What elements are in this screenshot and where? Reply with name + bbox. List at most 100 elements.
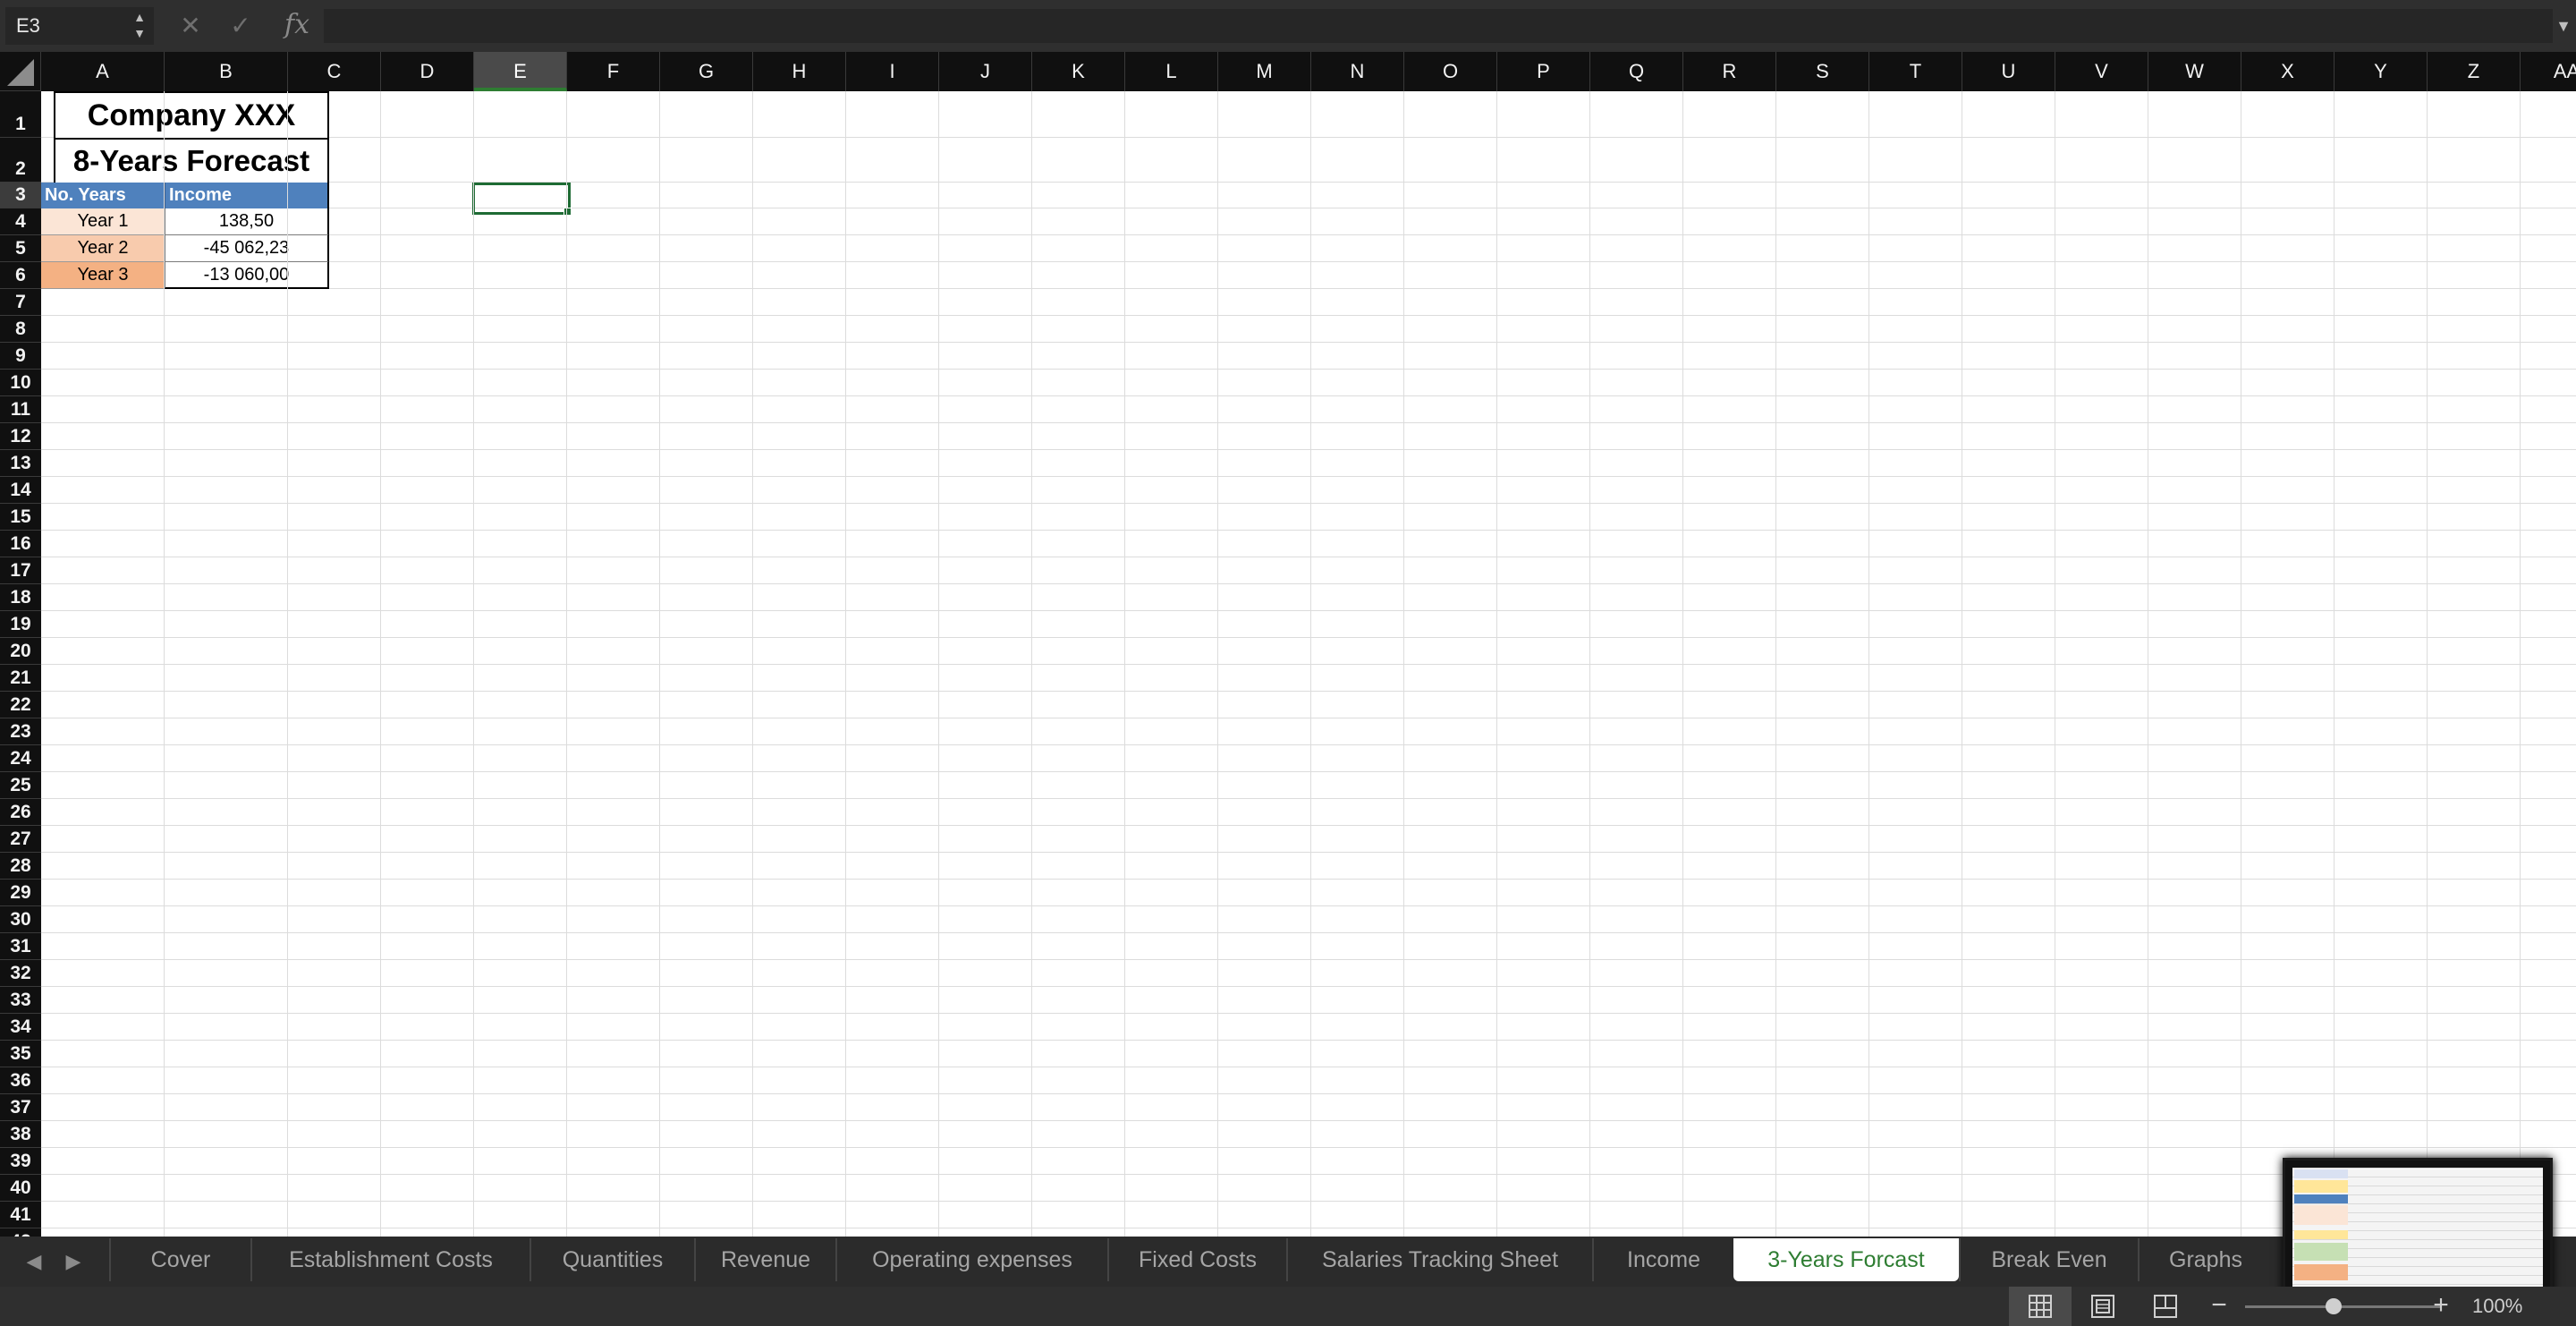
column-header-k[interactable]: K [1032, 52, 1125, 91]
sheet-tab-graphs[interactable]: Graphs [2138, 1238, 2272, 1281]
zoom-level[interactable]: 100% [2472, 1287, 2553, 1326]
year-cell[interactable]: Year 1 [41, 208, 165, 235]
column-header-e[interactable]: E [474, 52, 567, 91]
column-header-t[interactable]: T [1869, 52, 1962, 91]
sheet-tab-operating-expenses[interactable]: Operating expenses [835, 1238, 1107, 1281]
sheet-tab-establishment-costs[interactable]: Establishment Costs [250, 1238, 530, 1281]
page-layout-view-button[interactable] [2072, 1287, 2134, 1326]
column-header-n[interactable]: N [1311, 52, 1404, 91]
income-cell[interactable]: 138,50 [165, 208, 329, 235]
row-header-31[interactable]: 31 [0, 933, 41, 960]
row-header-37[interactable]: 37 [0, 1094, 41, 1121]
fill-handle[interactable] [564, 208, 572, 216]
row-header-20[interactable]: 20 [0, 638, 41, 665]
row-header-10[interactable]: 10 [0, 370, 41, 396]
column-header-y[interactable]: Y [2334, 52, 2428, 91]
row-header-32[interactable]: 32 [0, 960, 41, 987]
row-header-3[interactable]: 3 [0, 183, 41, 208]
row-header-41[interactable]: 41 [0, 1202, 41, 1228]
chevron-left-icon[interactable]: ◀ [18, 1245, 50, 1278]
row-header-16[interactable]: 16 [0, 531, 41, 557]
check-icon[interactable]: ✓ [225, 11, 256, 41]
column-header-d[interactable]: D [381, 52, 474, 91]
row-header-4[interactable]: 4 [0, 208, 41, 235]
name-box-stepper-icon[interactable]: ▲ ▼ [131, 9, 148, 43]
header-income-cell[interactable]: Income [165, 183, 329, 208]
page-break-view-button[interactable] [2134, 1287, 2197, 1326]
row-header-1[interactable]: 1 [0, 91, 41, 138]
row-header-36[interactable]: 36 [0, 1067, 41, 1094]
row-header-19[interactable]: 19 [0, 611, 41, 638]
row-header-28[interactable]: 28 [0, 853, 41, 880]
row-header-24[interactable]: 24 [0, 745, 41, 772]
row-header-13[interactable]: 13 [0, 450, 41, 477]
zoom-out-button[interactable]: − [2206, 1290, 2233, 1322]
row-header-25[interactable]: 25 [0, 772, 41, 799]
column-header-b[interactable]: B [165, 52, 288, 91]
sheet-tab-fixed-costs[interactable]: Fixed Costs [1107, 1238, 1286, 1281]
row-header-21[interactable]: 21 [0, 665, 41, 692]
column-header-z[interactable]: Z [2428, 52, 2521, 91]
row-header-39[interactable]: 39 [0, 1148, 41, 1175]
select-all-corner[interactable] [0, 52, 41, 91]
column-header-i[interactable]: I [846, 52, 939, 91]
column-header-r[interactable]: R [1683, 52, 1776, 91]
income-cell[interactable]: -45 062,23 [165, 235, 329, 262]
row-header-7[interactable]: 7 [0, 289, 41, 316]
sheet-tab-break-even[interactable]: Break Even [1959, 1238, 2138, 1281]
row-header-38[interactable]: 38 [0, 1121, 41, 1148]
row-header-42[interactable]: 42 [0, 1228, 41, 1237]
column-header-g[interactable]: G [660, 52, 753, 91]
column-header-q[interactable]: Q [1590, 52, 1683, 91]
row-header-33[interactable]: 33 [0, 987, 41, 1014]
sheet-tab-income[interactable]: Income [1592, 1238, 1733, 1281]
column-header-a[interactable]: A [41, 52, 165, 91]
sheet-tab-quantities[interactable]: Quantities [530, 1238, 694, 1281]
row-header-5[interactable]: 5 [0, 235, 41, 262]
row-header-9[interactable]: 9 [0, 343, 41, 370]
chevron-right-icon[interactable]: ▶ [57, 1245, 89, 1278]
column-header-v[interactable]: V [2055, 52, 2148, 91]
income-cell[interactable]: -13 060,00 [165, 262, 329, 289]
row-header-18[interactable]: 18 [0, 584, 41, 611]
column-header-c[interactable]: C [288, 52, 381, 91]
row-header-14[interactable]: 14 [0, 477, 41, 504]
year-cell[interactable]: Year 2 [41, 235, 165, 262]
row-header-22[interactable]: 22 [0, 692, 41, 718]
column-header-x[interactable]: X [2241, 52, 2334, 91]
column-header-l[interactable]: L [1125, 52, 1218, 91]
column-header-w[interactable]: W [2148, 52, 2241, 91]
header-years-cell[interactable]: No. Years [41, 183, 165, 208]
row-header-2[interactable]: 2 [0, 138, 41, 183]
row-header-34[interactable]: 34 [0, 1014, 41, 1041]
row-header-6[interactable]: 6 [0, 262, 41, 289]
column-header-p[interactable]: P [1497, 52, 1590, 91]
insert-function-icon[interactable]: fx [277, 7, 317, 43]
row-header-29[interactable]: 29 [0, 880, 41, 906]
column-header-f[interactable]: F [567, 52, 660, 91]
year-cell[interactable]: Year 3 [41, 262, 165, 289]
close-icon[interactable]: ✕ [175, 11, 206, 41]
normal-view-button[interactable] [2009, 1287, 2072, 1326]
column-header-u[interactable]: U [1962, 52, 2055, 91]
zoom-slider-thumb[interactable] [2326, 1298, 2342, 1314]
formula-input[interactable] [324, 9, 2553, 43]
row-header-26[interactable]: 26 [0, 799, 41, 826]
column-header-o[interactable]: O [1404, 52, 1497, 91]
sheet-tab-revenue[interactable]: Revenue [694, 1238, 835, 1281]
column-header-s[interactable]: S [1776, 52, 1869, 91]
chevron-down-icon[interactable]: ▼ [2555, 13, 2572, 39]
sheet-tab-cover[interactable]: Cover [109, 1238, 250, 1281]
row-header-27[interactable]: 27 [0, 826, 41, 853]
column-header-j[interactable]: J [939, 52, 1032, 91]
sheet-tab-salaries-tracking-sheet[interactable]: Salaries Tracking Sheet [1286, 1238, 1592, 1281]
column-header-aa[interactable]: AA [2521, 52, 2576, 91]
cell-area[interactable]: Company XXX 8-Years Forecast No. Years I… [41, 91, 2576, 1237]
column-header-h[interactable]: H [753, 52, 846, 91]
row-header-8[interactable]: 8 [0, 316, 41, 343]
row-header-17[interactable]: 17 [0, 557, 41, 584]
active-cell-selection[interactable] [472, 183, 571, 215]
zoom-slider[interactable] [2245, 1305, 2442, 1308]
row-header-23[interactable]: 23 [0, 718, 41, 745]
row-header-15[interactable]: 15 [0, 504, 41, 531]
